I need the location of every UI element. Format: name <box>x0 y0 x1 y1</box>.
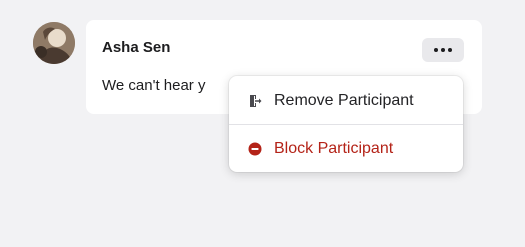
remove-participant-menu-item[interactable]: Remove Participant <box>229 78 463 124</box>
comment-author: Asha Sen <box>102 39 171 56</box>
more-options-button[interactable] <box>422 38 464 62</box>
minus-circle-icon <box>248 142 262 156</box>
avatar-photo <box>33 22 75 64</box>
remove-participant-label: Remove Participant <box>274 92 414 109</box>
participant-menu: Remove Participant Block Participant <box>229 76 463 172</box>
comment-text: We can't hear y <box>102 77 206 94</box>
block-participant-label: Block Participant <box>274 140 394 157</box>
menu-divider <box>229 124 463 125</box>
avatar <box>33 22 75 64</box>
block-participant-menu-item[interactable]: Block Participant <box>229 126 463 172</box>
leave-door-icon <box>248 94 262 108</box>
ellipsis-icon <box>433 48 454 52</box>
